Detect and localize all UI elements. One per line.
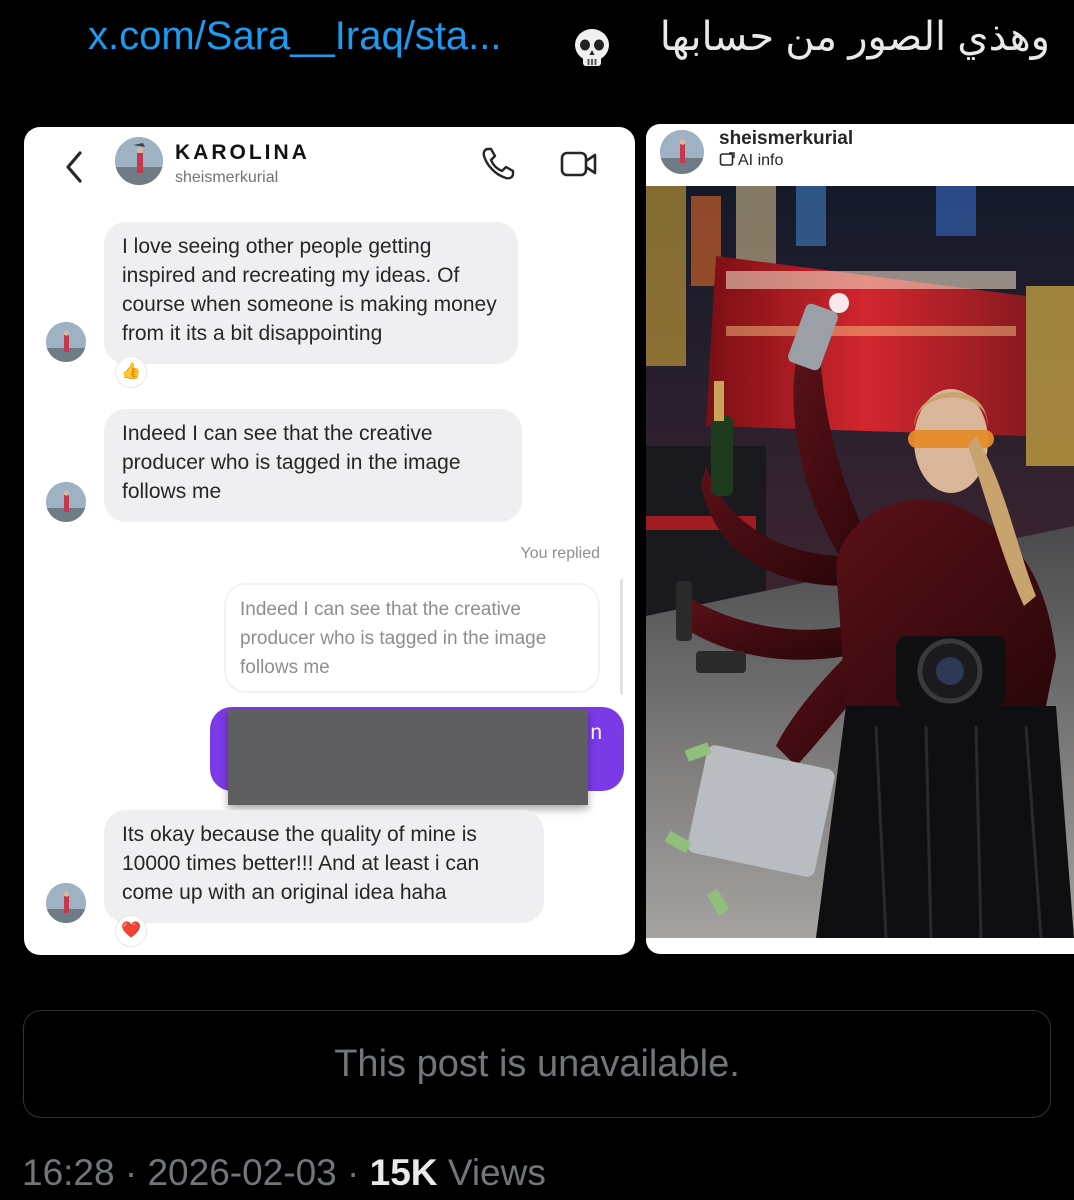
video-call-icon[interactable]: [559, 145, 599, 183]
tweet-text: x.com/Sara__Iraq/sta... وهذي الصور من حس…: [0, 12, 1074, 72]
phone-icon[interactable]: [479, 145, 517, 183]
message-bubble: Its okay because the quality of mine is …: [104, 810, 544, 923]
avatar: [46, 322, 86, 362]
reply-indicator-bar: [620, 579, 623, 695]
dm-header: KAROLINA sheismerkurial: [24, 127, 635, 217]
post-author-handle[interactable]: sheismerkurial: [719, 128, 853, 150]
redaction-box: [228, 709, 588, 805]
message-bubble: I love seeing other people getting inspi…: [104, 222, 518, 364]
quoted-message: Indeed I can see that the creative produ…: [224, 583, 600, 693]
ai-info-text: AI info: [738, 152, 784, 169]
reaction-heart-icon[interactable]: ❤️: [116, 916, 146, 946]
tweet-link[interactable]: x.com/Sara__Iraq/sta...: [88, 14, 502, 59]
reaction-thumbs-up-icon[interactable]: 👍: [116, 357, 146, 387]
tweet-date[interactable]: 2026-02-03: [147, 1152, 336, 1193]
post-photo: [646, 186, 1074, 938]
message-bubble: Indeed I can see that the creative produ…: [104, 409, 522, 522]
skull-icon: [575, 29, 609, 66]
unavailable-text: This post is unavailable.: [334, 1043, 740, 1085]
ai-info-icon: [719, 152, 735, 166]
views-label: Views: [447, 1152, 546, 1193]
separator: ·: [114, 1152, 148, 1193]
avatar: [46, 883, 86, 923]
my-message-fragment: n: [590, 721, 602, 744]
instagram-post[interactable]: sheismerkurial AI info: [646, 124, 1074, 954]
quoted-post-unavailable: This post is unavailable.: [23, 1010, 1051, 1118]
contact-name: KAROLINA: [175, 141, 310, 164]
contact-handle: sheismerkurial: [175, 169, 279, 186]
back-chevron-icon: [66, 151, 82, 183]
avatar: [46, 482, 86, 522]
tweet-time[interactable]: 16:28: [22, 1152, 115, 1193]
dm-screenshot[interactable]: KAROLINA sheismerkurial I love seeing ot…: [24, 127, 635, 955]
tweet-meta: 16:28 · 2026-02-03 · 15K Views: [22, 1152, 546, 1194]
avatar: [115, 137, 163, 185]
ai-info-label[interactable]: AI info: [719, 152, 783, 170]
separator: ·: [336, 1152, 370, 1193]
avatar: [660, 130, 704, 174]
tweet-arabic-text: وهذي الصور من حسابها: [659, 15, 1050, 59]
you-replied-label: You replied: [520, 545, 600, 562]
views-count: 15K: [369, 1152, 438, 1193]
